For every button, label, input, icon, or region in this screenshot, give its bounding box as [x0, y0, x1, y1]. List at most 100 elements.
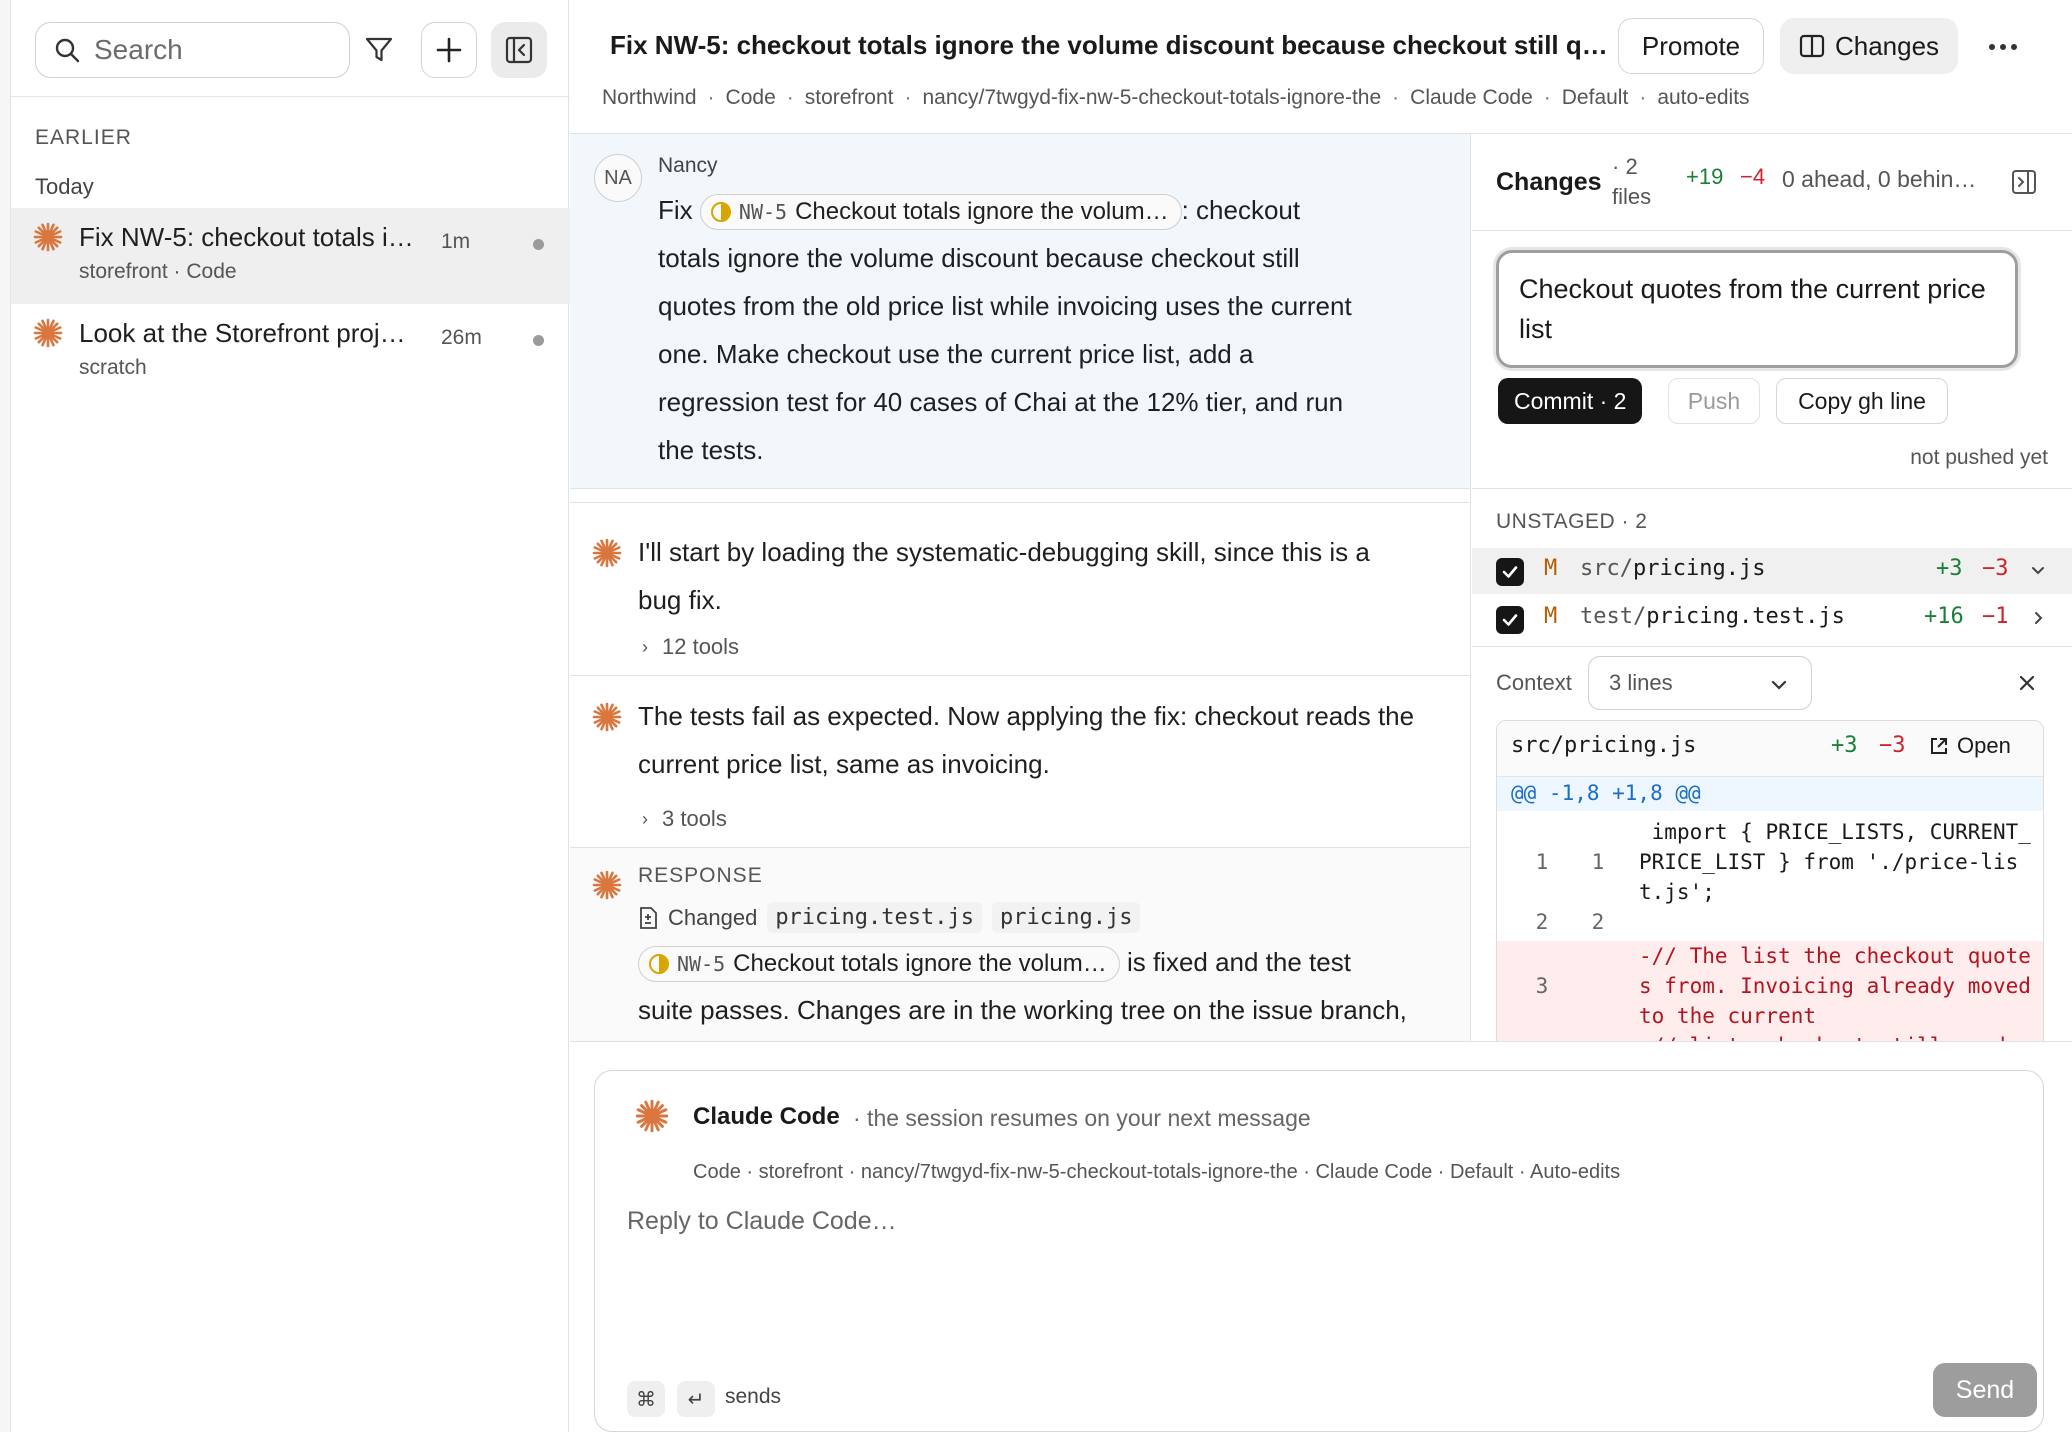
commit-button[interactable]: Commit · 2: [1498, 378, 1643, 424]
assistant-text: I'll start by loading the systematic-deb…: [638, 528, 1458, 624]
changed-files-row: Changed pricing.test.js pricing.js: [638, 902, 1141, 933]
session-item[interactable]: Fix NW-5: checkout totals i… storefront …: [11, 208, 570, 304]
filter-icon: [365, 37, 393, 62]
unstaged-label: UNSTAGED · 2: [1496, 510, 1648, 533]
search-icon: [55, 38, 80, 63]
file-count-unit: files: [1612, 184, 1652, 209]
checkmark-icon: [1502, 614, 1518, 626]
composer-context: Code · storefront · nancy/7twgyd-fix-nw-…: [693, 1161, 1621, 1183]
session-title: Look at the Storefront proj…: [79, 318, 406, 348]
open-file-button[interactable]: Open: [1929, 733, 2011, 759]
changes-title: Changes: [1496, 168, 1602, 196]
claude-star-icon: [33, 222, 63, 252]
file-row[interactable]: M test/pricing.test.js +16 −1: [1472, 596, 2072, 642]
section-label: EARLIER: [35, 126, 132, 149]
tools-toggle[interactable]: › 12 tools: [642, 634, 739, 660]
in-progress-status-icon: [649, 954, 669, 975]
tools-toggle[interactable]: › 3 tools: [642, 806, 727, 832]
message-line: suite passes. Changes are in the working…: [638, 995, 1407, 1025]
breadcrumb-item[interactable]: Code: [726, 86, 776, 110]
file-checkbox[interactable]: [1496, 558, 1524, 586]
changes-toggle-button[interactable]: Changes: [1780, 18, 1958, 74]
issue-chip[interactable]: NW-5 Checkout totals ignore the volum…: [638, 946, 1120, 983]
file-diff-icon: [640, 906, 657, 929]
message-prefix: Fix: [658, 195, 693, 225]
file-name: pricing.test.js: [1646, 604, 1845, 629]
old-line-number: 3: [1535, 974, 1549, 998]
assistant-text: The tests fail as expected. Now applying…: [638, 692, 1458, 788]
plus-icon: [436, 37, 462, 63]
enter-key: ↵: [677, 1381, 715, 1417]
claude-star-icon: [592, 538, 622, 568]
unread-dot: [533, 335, 544, 346]
close-diff-button[interactable]: [2010, 666, 2044, 700]
breadcrumb-item[interactable]: storefront: [805, 86, 894, 110]
new-line-number: 2: [1591, 910, 1605, 934]
message-line: the tests.: [658, 435, 764, 465]
file-dir: src/: [1580, 556, 1633, 581]
response-text: NW-5 Checkout totals ignore the volum… i…: [638, 938, 1468, 1034]
new-session-button[interactable]: [421, 22, 477, 78]
filter-button[interactable]: [351, 22, 407, 78]
file-count-number: · 2: [1612, 154, 1638, 179]
reply-input[interactable]: Reply to Claude Code…: [627, 1207, 2007, 1337]
context-label: Context: [1496, 670, 1572, 695]
diff-code: -// The list the checkout quotes from. I…: [1639, 944, 2044, 1028]
message-line: regression test for 40 cases of Chai at …: [658, 387, 1344, 417]
push-button[interactable]: Push: [1668, 378, 1760, 424]
external-link-icon: [1931, 738, 1947, 754]
diff-header: src/pricing.js +3 −3 Open: [1497, 721, 2043, 777]
collapse-sidebar-button[interactable]: [491, 22, 547, 78]
file-checkbox[interactable]: [1496, 606, 1524, 634]
file-name: pricing.js: [1632, 556, 1766, 581]
file-path: test/pricing.test.js: [1580, 604, 1845, 629]
session-meta: scratch: [79, 356, 147, 379]
issue-key: NW-5: [677, 952, 726, 977]
breadcrumb-item[interactable]: nancy/7twgyd-fix-nw-5-checkout-totals-ig…: [922, 86, 1381, 110]
breadcrumb-item[interactable]: Default: [1562, 86, 1629, 110]
search-input[interactable]: Search: [35, 22, 350, 78]
session-age: 26m: [441, 326, 482, 349]
divider: [1472, 646, 2072, 647]
additions-count: +19: [1686, 164, 1724, 189]
divider: [1472, 230, 2072, 231]
breadcrumb-item[interactable]: Claude Code: [1410, 86, 1533, 110]
diff-viewer: src/pricing.js +3 −3 Open @@ -1,8 +1,8 @…: [1496, 720, 2044, 1041]
claude-star-icon: [592, 870, 622, 900]
checkmark-icon: [1502, 566, 1518, 578]
close-icon: [2019, 675, 2035, 691]
commit-message-input[interactable]: Checkout quotes from the current price l…: [1496, 250, 2018, 368]
changed-file-chip[interactable]: pricing.js: [992, 902, 1141, 933]
chevron-down-icon: [1771, 680, 1787, 690]
breadcrumb-item[interactable]: auto-edits: [1657, 86, 1749, 110]
unread-dot: [533, 239, 544, 250]
issue-chip[interactable]: NW-5 Checkout totals ignore the volum…: [699, 194, 1182, 231]
breadcrumb-item[interactable]: Northwind: [602, 86, 697, 110]
file-path: src/pricing.js: [1580, 556, 1765, 581]
changed-file-chip[interactable]: pricing.test.js: [767, 902, 982, 933]
promote-button[interactable]: Promote: [1618, 18, 1764, 74]
file-count: · 2 files: [1612, 152, 1651, 212]
file-additions: +3: [1936, 556, 1963, 581]
message-author: Nancy: [658, 154, 718, 177]
sidebar-divider: [11, 96, 570, 97]
session-age: 1m: [441, 230, 471, 253]
session-item[interactable]: Look at the Storefront proj… scratch 26m: [11, 304, 570, 400]
diff-line-deleted: -// list; checkout still read: [1497, 1031, 2043, 1041]
assistant-response: RESPONSE Changed pricing.test.js pricing…: [570, 848, 1470, 1041]
avatar: NA: [594, 154, 642, 202]
chevron-right-icon: ›: [642, 808, 648, 829]
message-text-segment: is fixed and the test: [1126, 947, 1351, 977]
agent-name: Claude Code: [693, 1103, 840, 1130]
more-menu-button[interactable]: [1978, 22, 2028, 72]
file-row[interactable]: M src/pricing.js +3 −3: [1472, 548, 2072, 594]
context-select[interactable]: 3 lines: [1588, 656, 1812, 710]
conversation-pane: NA Nancy Fix NW-5 Checkout totals ignore…: [570, 134, 1471, 1041]
collapse-panel-icon: [2012, 170, 2036, 194]
changes-panel: Changes · 2 files +19 −4 0 ahead, 0 behi…: [1472, 134, 2072, 1041]
send-button[interactable]: Send: [1933, 1363, 2037, 1417]
file-status: M: [1544, 556, 1558, 581]
chevron-right-icon: [2035, 612, 2043, 624]
copy-gh-line-button[interactable]: Copy gh line: [1776, 378, 1948, 424]
collapse-panel-button[interactable]: [2004, 162, 2044, 202]
